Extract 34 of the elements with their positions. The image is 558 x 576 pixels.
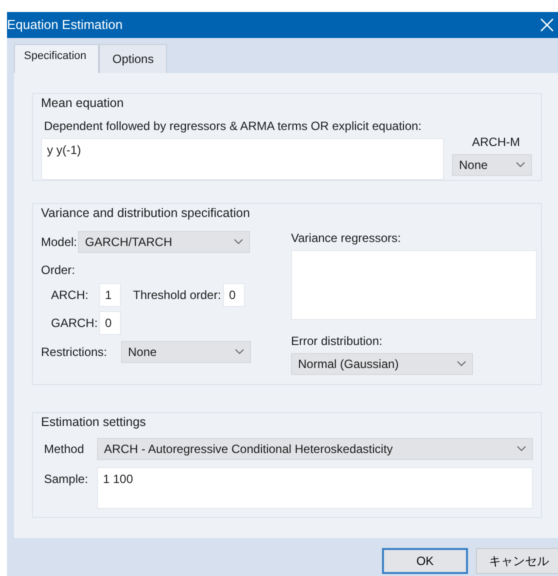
garch-order-field[interactable]: 0 bbox=[99, 310, 121, 335]
field-label: Threshold order: bbox=[133, 286, 222, 304]
variance-regressors-field[interactable] bbox=[291, 250, 537, 320]
field-label: GARCH: bbox=[51, 314, 99, 332]
field-label: ARCH-M bbox=[471, 134, 521, 151]
field-label: Method bbox=[44, 440, 86, 458]
dialog-button[interactable]: キャンセル bbox=[476, 548, 558, 574]
chevron-down-icon bbox=[235, 349, 244, 354]
dialog-button[interactable]: OK bbox=[382, 548, 468, 574]
chevron-down-icon bbox=[234, 239, 244, 244]
model-dropdown[interactable]: GARCH/TARCH bbox=[78, 230, 250, 253]
field-label: Model: bbox=[41, 234, 78, 251]
restrictions-dropdown[interactable]: None bbox=[121, 340, 251, 363]
chevron-down-icon bbox=[516, 162, 525, 168]
sample-field[interactable]: 1 100 bbox=[97, 466, 533, 509]
field-label: Order: bbox=[41, 262, 76, 279]
chevron-down-icon bbox=[517, 446, 526, 452]
equation-field[interactable]: y y(-1) bbox=[41, 138, 444, 180]
tab[interactable]: Options bbox=[99, 44, 167, 73]
field-label: Dependent followed by regressors & ARMA terms OR explicit equation: bbox=[44, 118, 422, 135]
window-title: Equation Estimation bbox=[7, 16, 123, 34]
field-label: ARCH: bbox=[51, 286, 90, 304]
chevron-down-icon bbox=[457, 361, 466, 366]
field-label: Restrictions: bbox=[41, 344, 108, 361]
tab[interactable]: Specification bbox=[14, 44, 100, 73]
close-icon[interactable] bbox=[540, 18, 554, 32]
threshold-order-field[interactable]: 0 bbox=[223, 282, 246, 307]
method-dropdown[interactable]: ARCH - Autoregressive Conditional Heteroskedasticity bbox=[97, 438, 533, 460]
field-label: Error distribution: bbox=[291, 332, 382, 350]
field-label: Sample: bbox=[44, 470, 90, 488]
field-label: Variance regressors: bbox=[291, 230, 401, 247]
arch-m-dropdown[interactable]: None bbox=[452, 154, 532, 176]
arch-order-field[interactable]: 1 bbox=[99, 282, 121, 307]
error-distribution-dropdown[interactable]: Normal (Gaussian) bbox=[291, 352, 473, 375]
